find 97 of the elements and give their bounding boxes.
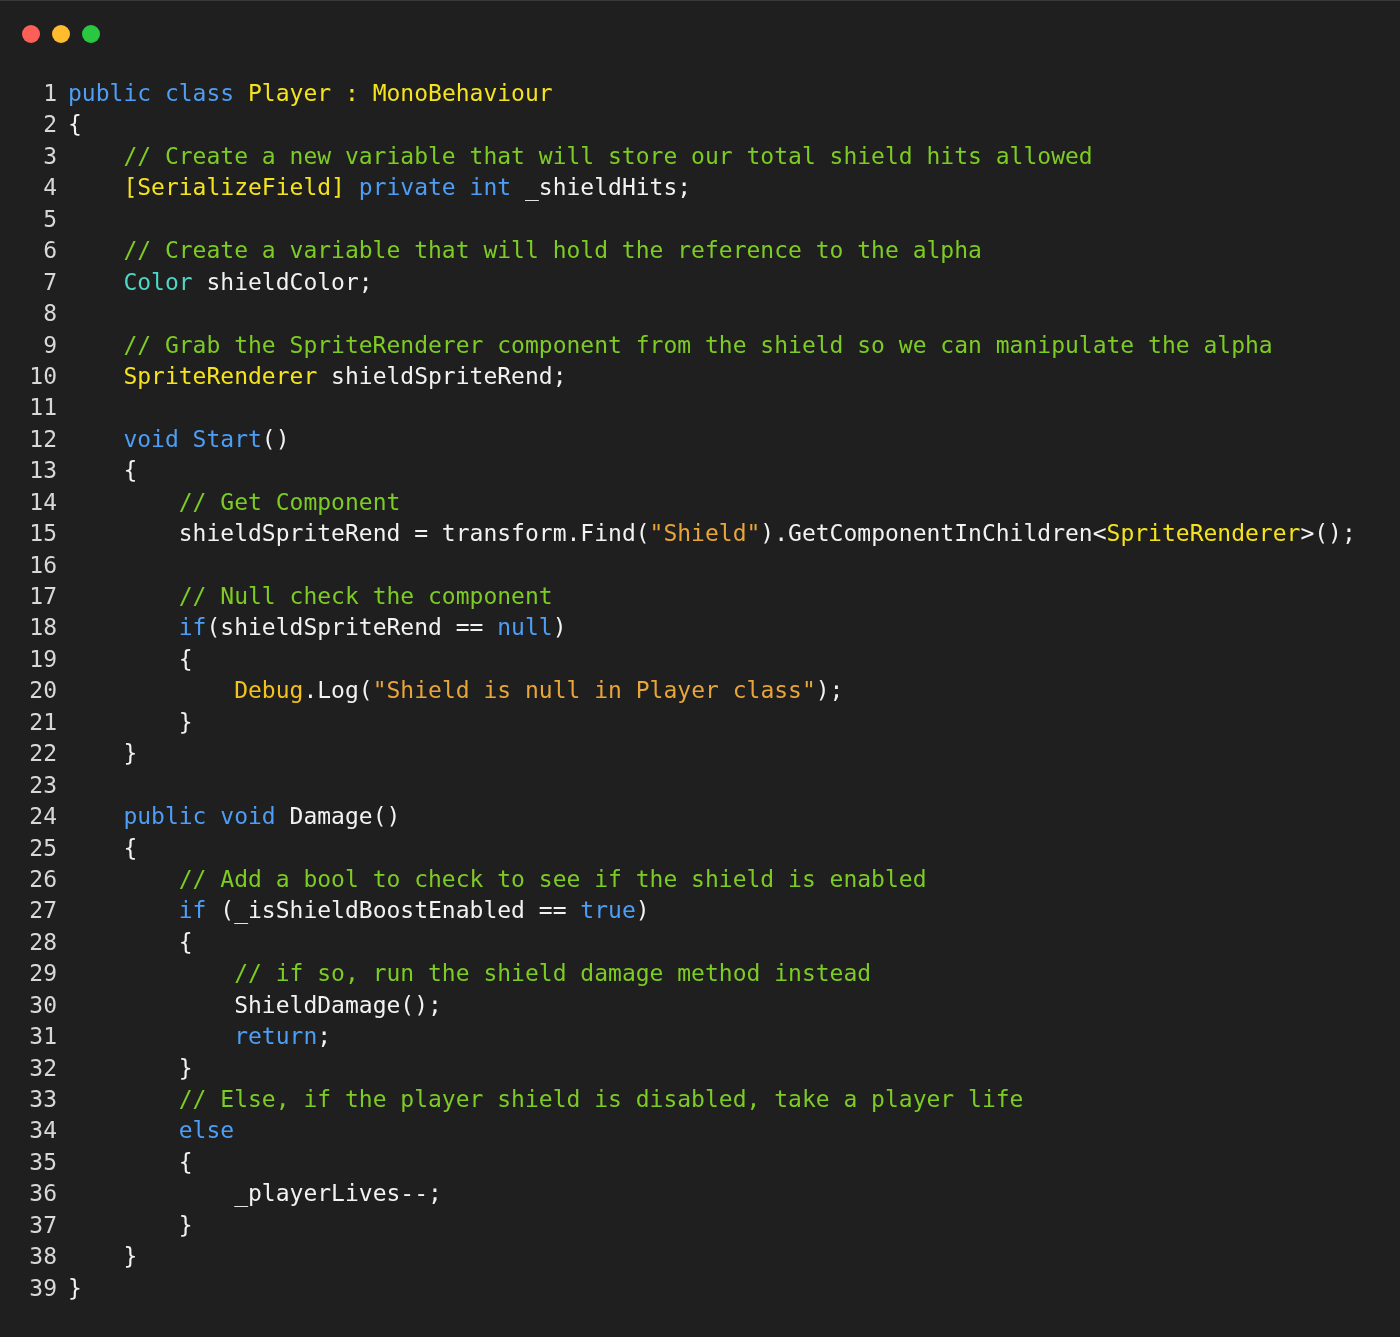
code-token: } bbox=[68, 1273, 82, 1303]
line-number: 19 bbox=[28, 644, 58, 674]
window-close-button[interactable] bbox=[22, 25, 40, 43]
line-number: 2 bbox=[42, 110, 58, 140]
code-comment: // Create a new variable that will store our total shield hits allowed bbox=[123, 141, 1093, 171]
line-number: 18 bbox=[28, 613, 58, 643]
line-number: 14 bbox=[28, 487, 58, 517]
line-number: 10 bbox=[28, 361, 58, 391]
code-token: Color bbox=[123, 267, 194, 297]
code-token: shieldColor; bbox=[206, 267, 373, 297]
code-token: public void bbox=[123, 802, 277, 832]
code-token: if bbox=[178, 896, 208, 926]
code-comment: // Grab the SpriteRenderer component from the shield so we can manipulate the alpha bbox=[123, 330, 1273, 360]
code-token: () bbox=[261, 424, 290, 454]
code-token: } bbox=[178, 1053, 193, 1083]
code-token: ); bbox=[815, 676, 844, 706]
line-number: 27 bbox=[28, 896, 58, 926]
code-comment: // Get Component bbox=[178, 487, 401, 517]
code-token: shieldSpriteRend; bbox=[331, 361, 567, 391]
code-token: } bbox=[123, 739, 138, 769]
window-minimize-button[interactable] bbox=[52, 25, 70, 43]
code-comment: // Add a bool to check to see if the shield is enabled bbox=[178, 864, 927, 894]
code-token: { bbox=[123, 456, 138, 486]
code-token: >(); bbox=[1300, 519, 1356, 549]
line-number: 22 bbox=[28, 739, 58, 769]
window-zoom-button[interactable] bbox=[82, 25, 100, 43]
code-token: _shieldHits; bbox=[524, 173, 692, 203]
line-number: 6 bbox=[42, 236, 58, 266]
code-token: return bbox=[234, 1022, 318, 1052]
code-token: { bbox=[178, 1147, 193, 1177]
code-token: ) bbox=[635, 896, 650, 926]
line-number: 20 bbox=[28, 676, 58, 706]
code-token: ) bbox=[552, 613, 567, 643]
line-number: 7 bbox=[42, 267, 58, 297]
code-token: true bbox=[580, 896, 636, 926]
code-token: } bbox=[178, 1210, 193, 1240]
code-token: ; bbox=[317, 1022, 332, 1052]
line-number: 35 bbox=[28, 1147, 58, 1177]
code-comment: // Null check the component bbox=[178, 582, 553, 611]
line-number: 4 bbox=[42, 173, 58, 203]
code-token: (_isShieldBoostEnabled == bbox=[220, 896, 568, 926]
line-number: 25 bbox=[28, 833, 58, 863]
line-number: 3 bbox=[42, 141, 58, 171]
line-number: 28 bbox=[28, 927, 58, 957]
line-number: 23 bbox=[28, 770, 58, 800]
code-token: Debug bbox=[234, 676, 304, 706]
code-comment: // Create a variable that will hold the reference to the alpha bbox=[123, 236, 982, 266]
line-number: 13 bbox=[28, 456, 58, 486]
code-token: { bbox=[178, 644, 193, 674]
line-number: 34 bbox=[28, 1116, 58, 1146]
code-token: .Log( bbox=[303, 676, 373, 706]
code-token: void Start bbox=[123, 424, 262, 454]
line-number: 24 bbox=[28, 802, 58, 832]
line-number: 31 bbox=[28, 1022, 58, 1052]
line-number: 36 bbox=[28, 1179, 58, 1209]
code-token: { bbox=[68, 110, 82, 140]
code-token: private int bbox=[358, 173, 513, 203]
code-token: } bbox=[123, 1242, 138, 1272]
line-number: 12 bbox=[28, 424, 58, 454]
code-token: "Shield is null in Player class" bbox=[372, 676, 816, 706]
line-number: 15 bbox=[28, 519, 58, 549]
line-number: 33 bbox=[28, 1085, 58, 1114]
code-token: SpriteRenderer bbox=[123, 361, 319, 391]
line-number: 8 bbox=[42, 299, 58, 329]
code-token: [SerializeField] bbox=[123, 173, 346, 203]
line-number: 1 bbox=[42, 79, 58, 108]
code-comment: // Else, if the player shield is disabled, take a player life bbox=[178, 1085, 1024, 1114]
line-number: 30 bbox=[28, 990, 58, 1020]
line-number: 39 bbox=[28, 1273, 58, 1303]
line-number: 9 bbox=[42, 330, 58, 360]
code-token: Damage() bbox=[289, 802, 401, 832]
code-token: } bbox=[178, 707, 193, 737]
code-token: if bbox=[178, 613, 207, 643]
code-token: else bbox=[178, 1116, 235, 1146]
code-token: { bbox=[178, 927, 193, 957]
code-token: Player : MonoBehaviour bbox=[248, 79, 553, 108]
line-number: 5 bbox=[42, 204, 58, 234]
code-comment: // if so, run the shield damage method instead bbox=[234, 959, 872, 989]
code-token: shieldSpriteRend = transform.Find( bbox=[178, 519, 650, 549]
line-number: 26 bbox=[28, 864, 58, 894]
line-number: 16 bbox=[28, 550, 58, 580]
code-token: ).GetComponentInChildren< bbox=[760, 519, 1107, 549]
code-token: ShieldDamage(); bbox=[234, 990, 442, 1020]
line-number: 17 bbox=[28, 582, 58, 611]
code-token: SpriteRenderer bbox=[1106, 519, 1301, 549]
line-number: 29 bbox=[28, 959, 58, 989]
code-token: _playerLives--; bbox=[234, 1179, 442, 1209]
code-token: public class bbox=[68, 79, 236, 108]
line-number: 21 bbox=[28, 707, 58, 737]
line-number: 11 bbox=[28, 393, 58, 423]
code-token: "Shield" bbox=[649, 519, 761, 549]
code-token: null bbox=[497, 613, 553, 643]
line-number: 32 bbox=[28, 1053, 58, 1083]
line-number: 37 bbox=[28, 1210, 58, 1240]
code-token: { bbox=[123, 833, 138, 863]
line-number: 38 bbox=[28, 1242, 58, 1272]
code-token: (shieldSpriteRend == bbox=[206, 613, 485, 643]
